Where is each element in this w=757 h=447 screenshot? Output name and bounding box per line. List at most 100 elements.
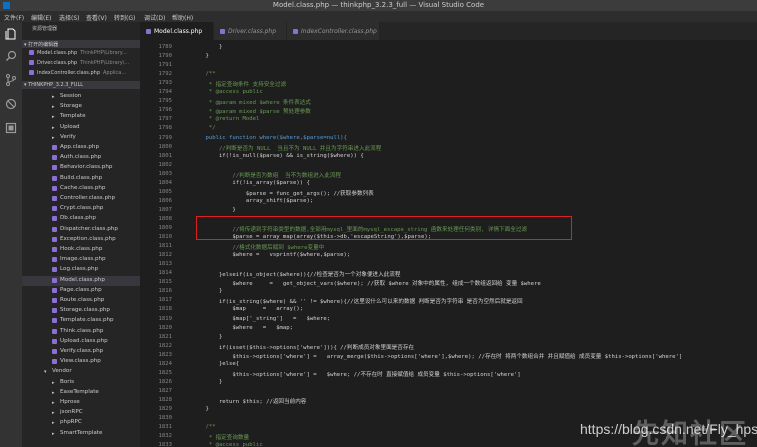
tree-folder-item[interactable]: ▸ EaseTemplate	[22, 388, 140, 398]
tree-folder-item[interactable]: ▸ Storage	[22, 102, 140, 112]
code-line: if(is_string($where) && '' != $where){//…	[192, 299, 523, 306]
open-editor-item[interactable]: IndexController.class.php Applica...	[22, 70, 140, 80]
tree-folder-item[interactable]: ▾ Vendor	[22, 367, 140, 377]
code-line: //判断是否为数组 当不为数组进入此流程	[192, 172, 341, 179]
code-line: $this->options['where'] = array_merge($t…	[192, 353, 683, 360]
search-icon[interactable]	[5, 50, 17, 62]
tree-file-item[interactable]: View.class.php	[22, 357, 140, 367]
chevron-right-icon[interactable]: ▸	[52, 420, 56, 426]
chevron-right-icon[interactable]: ▸	[52, 135, 56, 141]
line-number: 1794	[158, 89, 172, 96]
project-section[interactable]: ▾ THINKPHP_3.2.3_FULL	[22, 81, 140, 89]
tree-file-item[interactable]: Cache.class.php	[22, 184, 140, 194]
tree-folder-item[interactable]: ▸ Session	[22, 92, 140, 102]
tree-file-item[interactable]: Template.class.php	[22, 316, 140, 326]
explorer-sidebar: 资源管理器 ▾ 打开的编辑器 Model.class.php ThinkPHP\L…	[22, 22, 140, 447]
menu-item[interactable]: 文件(F)	[4, 13, 24, 22]
tree-folder-item[interactable]: ▸ jsonRPC	[22, 408, 140, 418]
tree-item-label: Storage	[60, 103, 82, 110]
editor-tab[interactable]: Driver.class.php	[214, 22, 286, 40]
tree-file-item[interactable]: Auth.class.php	[22, 153, 140, 163]
tree-item-label: Log.class.php	[60, 266, 99, 273]
chevron-right-icon[interactable]: ▸	[52, 400, 56, 406]
code-editor[interactable]: 1789 } 1790 } 1791 1792 /** 1793 * 指定查询条件 支持…	[140, 40, 757, 447]
tree-folder-item[interactable]: ▸ phpRPC	[22, 418, 140, 428]
tree-folder-item[interactable]: ▸ Hprose	[22, 398, 140, 408]
chevron-right-icon[interactable]: ▸	[52, 390, 56, 396]
code-line: if(!is_null($parse) && is_string($where)…	[192, 152, 364, 159]
extensions-icon[interactable]	[5, 122, 17, 134]
tree-item-label: Page.class.php	[60, 286, 102, 293]
code-line: }	[192, 206, 236, 213]
tree-file-item[interactable]: Exception.class.php	[22, 235, 140, 245]
debug-icon[interactable]	[5, 98, 17, 110]
tree-folder-item[interactable]: ▸ Boris	[22, 378, 140, 388]
tree-file-item[interactable]: Page.class.php	[22, 286, 140, 296]
menu-item[interactable]: 查看(V)	[86, 13, 107, 22]
tree-file-item[interactable]: Db.class.php	[22, 214, 140, 224]
tree-file-item[interactable]: Crypt.class.php	[22, 204, 140, 214]
chevron-right-icon[interactable]: ▸	[52, 431, 56, 437]
editor-tab[interactable]: IndexController.class.php	[287, 22, 379, 40]
tree-file-item[interactable]: Upload.class.php	[22, 337, 140, 347]
line-number: 1791	[158, 62, 172, 69]
code-line: //判断是否为 NULL 当且不为 NULL 并且为字符串进入此流程	[192, 145, 382, 152]
open-editor-item[interactable]: Driver.class.php ThinkPHP\Library\...	[22, 60, 140, 70]
highlight-box	[196, 216, 572, 240]
files-icon[interactable]	[5, 28, 17, 40]
tree-file-item[interactable]: Route.class.php	[22, 296, 140, 306]
tree-file-item[interactable]: Verify.class.php	[22, 347, 140, 357]
tree-item-label: Exception.class.php	[60, 235, 116, 242]
line-number: 1807	[158, 206, 172, 213]
code-line: * @access public	[192, 442, 263, 447]
tree-file-item[interactable]: Storage.class.php	[22, 306, 140, 316]
tree-file-item[interactable]: App.class.php	[22, 143, 140, 153]
tree-file-item[interactable]: Image.class.php	[22, 255, 140, 265]
tree-file-item[interactable]: Build.class.php	[22, 174, 140, 184]
chevron-right-icon[interactable]: ▸	[52, 114, 56, 120]
window-title: Model.class.php — thinkphp_3.2.3_full — …	[272, 1, 485, 9]
php-file-icon	[52, 175, 57, 181]
tree-file-item[interactable]: Think.class.php	[22, 327, 140, 337]
menu-item[interactable]: 调试(D)	[144, 13, 165, 22]
tree-folder-item[interactable]: ▸ SmartTemplate	[22, 429, 140, 439]
chevron-right-icon[interactable]: ▸	[52, 125, 56, 131]
open-editors-section[interactable]: ▾ 打开的编辑器	[22, 40, 140, 48]
menu-item[interactable]: 帮助(H)	[172, 13, 193, 22]
tree-file-item[interactable]: Dispatcher.class.php	[22, 225, 140, 235]
csdn-watermark: https://blog.csdn.net/Fly_hps	[580, 421, 757, 437]
open-editor-item[interactable]: Model.class.php ThinkPHP\Library...	[22, 50, 140, 60]
chevron-right-icon[interactable]: ▸	[52, 104, 56, 110]
editor-tabs: Model.class.php Driver.class.php IndexCont…	[140, 22, 757, 40]
php-file-icon	[29, 60, 34, 65]
menu-item[interactable]: 转到(G)	[114, 13, 135, 22]
tree-folder-item[interactable]: ▸ Upload	[22, 123, 140, 133]
tree-file-item[interactable]: Hook.class.php	[22, 245, 140, 255]
php-file-icon	[52, 196, 57, 201]
tree-file-item[interactable]: Log.class.php	[22, 265, 140, 275]
source-control-icon[interactable]	[5, 74, 17, 86]
chevron-right-icon[interactable]: ▸	[52, 410, 56, 416]
code-line: $this->options['where'] = $where; //不存在时…	[192, 371, 521, 378]
tree-item-label: Route.class.php	[60, 297, 105, 303]
line-number: 1802	[158, 161, 172, 168]
chevron-right-icon[interactable]: ▸	[52, 380, 56, 386]
tree-file-item[interactable]: Behavior.class.php	[22, 163, 140, 173]
editor-tab[interactable]: Model.class.php	[140, 22, 213, 40]
php-file-icon	[146, 29, 151, 34]
tree-folder-item[interactable]: ▸ Template	[22, 112, 140, 122]
tree-item-label: Db.class.php	[60, 215, 96, 222]
menu-item[interactable]: 编辑(E)	[31, 13, 51, 22]
line-number: 1795	[158, 98, 172, 105]
line-number: 1814	[158, 270, 172, 277]
tree-item-label: Template	[60, 113, 86, 120]
open-editor-path: Applica...	[103, 70, 127, 76]
chevron-right-icon[interactable]: ▸	[52, 94, 56, 100]
tree-folder-item[interactable]: ▸ Verify	[22, 133, 140, 143]
tree-file-item[interactable]: Controller.class.php	[22, 194, 140, 204]
menu-item[interactable]: 选择(S)	[59, 13, 80, 22]
chevron-down-icon[interactable]: ▾	[44, 369, 48, 375]
code-line: }elseif(is_object($where)){//检查是否为一个对象便进…	[192, 272, 401, 279]
tree-file-item[interactable]: Model.class.php	[22, 275, 140, 286]
php-file-icon	[52, 226, 57, 232]
